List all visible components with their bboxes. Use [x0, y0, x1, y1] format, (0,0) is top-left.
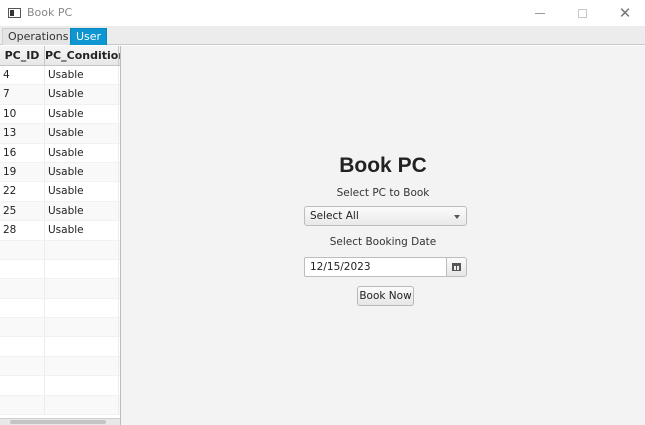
- title-bar: Book PC ✕: [0, 0, 645, 26]
- booking-date-label: Select Booking Date: [329, 236, 437, 248]
- empty-cell: [45, 395, 119, 415]
- pc-select-value: Select All: [310, 210, 359, 222]
- page-title: Book PC: [339, 154, 427, 177]
- table-row[interactable]: 28 Usable: [0, 221, 120, 241]
- column-header-pc-id[interactable]: PC_ID: [0, 46, 45, 66]
- horizontal-scrollbar[interactable]: [0, 418, 120, 425]
- cell-pc-condition: Usable: [45, 201, 119, 221]
- empty-table-row: [0, 259, 120, 280]
- minimize-icon: [535, 12, 545, 14]
- cell-pc-condition: Usable: [45, 143, 119, 162]
- table-row[interactable]: 22 Usable: [0, 182, 120, 202]
- empty-cell: [0, 356, 45, 376]
- book-now-button[interactable]: Book Now: [357, 286, 414, 306]
- close-button[interactable]: ✕: [605, 2, 645, 24]
- maximize-icon: [577, 8, 587, 18]
- empty-table-row: [0, 395, 120, 416]
- cell-pc-condition: Usable: [45, 221, 119, 240]
- empty-cell: [0, 259, 45, 279]
- window-title: Book PC: [27, 6, 73, 19]
- cell-pc-condition: Usable: [45, 66, 119, 85]
- tab-operations[interactable]: Operations: [2, 28, 75, 45]
- maximize-button[interactable]: [562, 2, 602, 24]
- cell-pc-id: 4: [0, 66, 45, 85]
- cell-pc-id: 16: [0, 143, 45, 162]
- calendar-icon: [452, 263, 461, 271]
- chevron-down-icon: [454, 215, 460, 219]
- empty-cell: [45, 298, 119, 318]
- empty-cell: [0, 279, 45, 298]
- empty-cell: [45, 337, 119, 356]
- table-row[interactable]: 10 Usable: [0, 104, 120, 125]
- empty-table-row: [0, 240, 120, 260]
- scrollbar-thumb[interactable]: [10, 420, 106, 424]
- cell-pc-id: 28: [0, 221, 45, 240]
- pc-table[interactable]: PC_ID PC_Condition 4 Usable 7 Usable 10 Usabl…: [0, 46, 121, 425]
- tab-bar: Operations User: [0, 26, 645, 45]
- select-pc-label: Select PC to Book: [336, 187, 430, 199]
- empty-table-row: [0, 337, 120, 357]
- empty-cell: [0, 337, 45, 356]
- cell-pc-id: 13: [0, 124, 45, 143]
- empty-cell: [45, 279, 119, 298]
- table-body: 4 Usable 7 Usable 10 Usable 13 Usable 16 Usable 19…: [0, 66, 120, 416]
- empty-cell: [45, 318, 119, 337]
- cell-pc-id: 22: [0, 182, 45, 201]
- empty-cell: [45, 259, 119, 279]
- table-row[interactable]: 19 Usable: [0, 162, 120, 183]
- empty-cell: [45, 376, 119, 395]
- empty-cell: [45, 240, 119, 259]
- empty-cell: [0, 318, 45, 337]
- pc-select-dropdown[interactable]: Select All: [304, 206, 467, 226]
- cell-pc-condition: Usable: [45, 182, 119, 201]
- table-row[interactable]: 16 Usable: [0, 143, 120, 163]
- cell-pc-id: 25: [0, 201, 45, 221]
- empty-cell: [0, 240, 45, 259]
- cell-pc-condition: Usable: [45, 162, 119, 182]
- column-header-pc-condition[interactable]: PC_Condition: [45, 46, 120, 66]
- table-header: PC_ID PC_Condition: [0, 46, 120, 66]
- cell-pc-condition: Usable: [45, 85, 119, 104]
- table-row[interactable]: 13 Usable: [0, 124, 120, 144]
- booking-panel: Book PC Select PC to Book Select All Sel…: [121, 46, 645, 425]
- cell-pc-id: 19: [0, 162, 45, 182]
- minimize-button[interactable]: [520, 2, 560, 24]
- empty-table-row: [0, 318, 120, 338]
- tab-user[interactable]: User: [70, 28, 108, 45]
- table-row[interactable]: 7 Usable: [0, 85, 120, 105]
- table-row[interactable]: 4 Usable: [0, 66, 120, 86]
- cell-pc-id: 7: [0, 85, 45, 104]
- cell-pc-id: 10: [0, 104, 45, 124]
- cell-pc-condition: Usable: [45, 104, 119, 124]
- empty-cell: [45, 356, 119, 376]
- empty-table-row: [0, 298, 120, 319]
- empty-table-row: [0, 376, 120, 396]
- empty-table-row: [0, 356, 120, 377]
- empty-cell: [0, 376, 45, 395]
- empty-cell: [0, 395, 45, 415]
- date-picker-button[interactable]: [446, 257, 467, 277]
- table-row[interactable]: 25 Usable: [0, 201, 120, 222]
- empty-table-row: [0, 279, 120, 299]
- cell-pc-condition: Usable: [45, 124, 119, 143]
- booking-date-input[interactable]: [304, 257, 447, 277]
- empty-cell: [0, 298, 45, 318]
- window-icon: [8, 8, 21, 18]
